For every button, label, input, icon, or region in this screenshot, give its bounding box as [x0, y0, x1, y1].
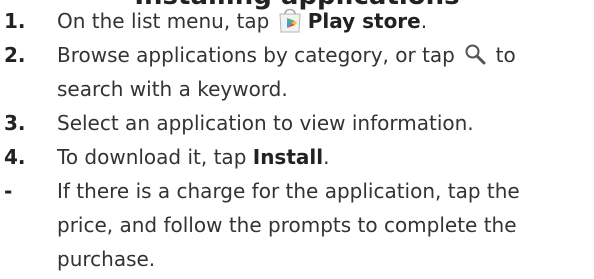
step-3-marker: 3.	[4, 111, 26, 135]
step-4-marker: 4.	[4, 145, 26, 169]
step-3: 3. Select an application to view informa…	[0, 106, 594, 140]
step-2-marker: 2.	[4, 43, 26, 67]
note-line-3: purchase.	[57, 247, 156, 271]
steps-list: 1. On the list menu, tap Play store. 2. …	[0, 4, 594, 276]
step-2: 2. Browse applications by category, or t…	[0, 38, 594, 106]
note-line-2: price, and follow the prompts to complet…	[57, 213, 517, 237]
step-2-text-end: to	[489, 43, 516, 67]
step-3-text: Select an application to view informatio…	[57, 111, 474, 135]
play-store-icon	[279, 8, 301, 33]
step-4-text: To download it, tap	[57, 145, 253, 169]
step-2-line-2: search with a keyword.	[57, 77, 288, 101]
step-1-text: On the list menu, tap	[57, 9, 276, 33]
step-2-text: Browse applications by category, or tap	[57, 43, 462, 67]
step-1-marker: 1.	[4, 9, 26, 33]
note-marker: -	[4, 179, 13, 203]
search-icon	[465, 44, 486, 65]
note-line-1: If there is a charge for the application…	[57, 179, 520, 203]
play-store-label: Play store	[307, 9, 421, 33]
step-1: 1. On the list menu, tap Play store.	[0, 4, 594, 38]
step-4-text-end: .	[323, 145, 330, 169]
step-4: 4. To download it, tap Install.	[0, 140, 594, 174]
step-note: - If there is a charge for the applicati…	[0, 174, 594, 276]
step-2-line-1: Browse applications by category, or tap …	[57, 38, 594, 72]
install-label: Install	[252, 145, 324, 169]
step-1-text-end: .	[420, 9, 428, 33]
